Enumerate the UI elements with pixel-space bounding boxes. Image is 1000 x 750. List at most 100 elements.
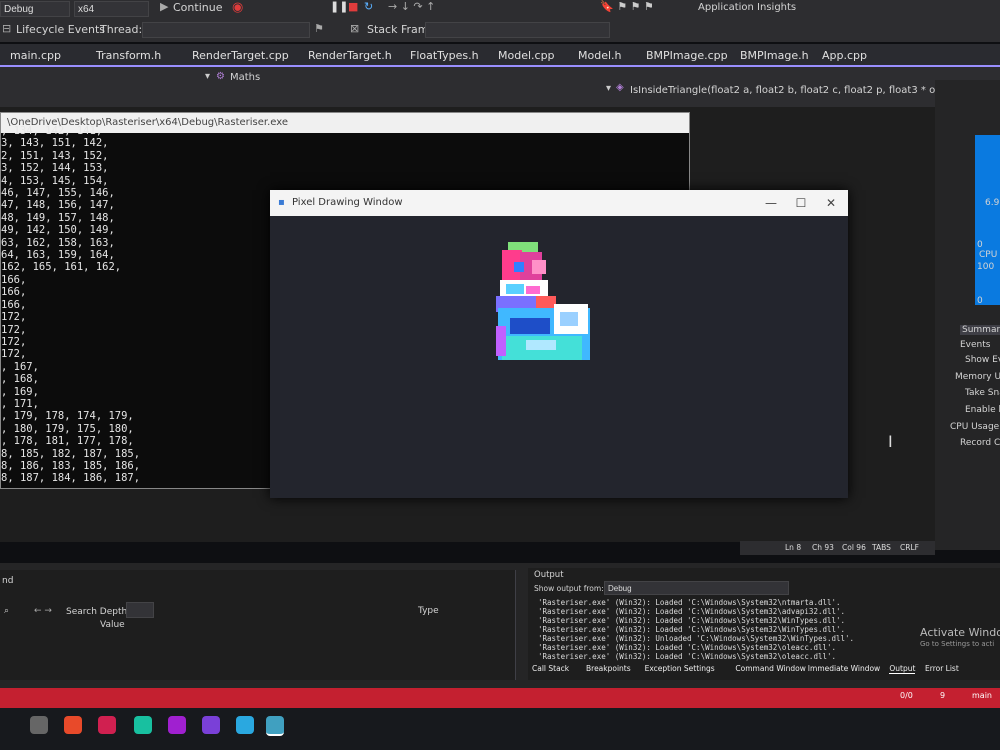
autos-window: nd ⌕ ← → Search Depth: Value Type	[0, 570, 516, 680]
back-arrow-icon[interactable]: ← →	[34, 606, 52, 616]
tab-model-cpp[interactable]: Model.cpp	[492, 47, 561, 65]
search-icon[interactable]: ⌕	[4, 606, 9, 616]
tab-transform-h[interactable]: Transform.h	[90, 47, 167, 65]
diagnostic-tools-panel: 6.9 0 CPU ( 100 0 Summary Events Show Ev…	[935, 80, 1000, 550]
play-icon[interactable]: ▶	[160, 0, 168, 13]
bottom-tab[interactable]: Command Window	[735, 664, 806, 673]
console-line: 49, 142, 150, 149,	[1, 224, 115, 237]
function-icon: ◈	[616, 82, 624, 93]
step-icons[interactable]: → ↓ ↷ ↑	[388, 0, 435, 13]
output-line: 'Rasteriser.exe' (Win32): Loaded 'C:\Win…	[538, 607, 846, 616]
mem-value-label: 6.9	[985, 198, 1000, 208]
console-line: , 178, 181, 177, 178,	[1, 435, 134, 448]
console-line: 166,	[1, 286, 27, 299]
console-line: 172,	[1, 311, 27, 324]
activate-windows-title: Activate Windo	[920, 626, 1000, 639]
visual-studio-icon[interactable]	[202, 716, 220, 734]
app-icon-2[interactable]	[98, 716, 116, 734]
pixel-drawing-window[interactable]: ▪ Pixel Drawing Window — ☐ ✕	[270, 190, 848, 498]
platform-select[interactable]	[74, 1, 149, 17]
member-dropdown-icon[interactable]: ▾	[606, 83, 611, 94]
console-line: 166,	[1, 273, 27, 286]
console-line: 8, 186, 183, 185, 186,	[1, 459, 141, 472]
record-cpu-button[interactable]: Record CPU	[960, 438, 1000, 448]
pixel-window-titlebar[interactable]: ▪ Pixel Drawing Window — ☐ ✕	[270, 190, 848, 216]
output-line: 'Rasteriser.exe' (Win32): Unloaded 'C:\W…	[538, 634, 855, 643]
hot-reload-icon[interactable]: ◉	[232, 0, 243, 15]
search-depth-select[interactable]	[126, 602, 154, 618]
autos-title: nd	[2, 576, 14, 586]
show-output-label: Show output from:	[534, 584, 604, 593]
indent-mode[interactable]: TABS	[872, 543, 891, 552]
type-column-header: Type	[418, 606, 439, 616]
app-icon-4[interactable]	[168, 716, 186, 734]
app-insights-button[interactable]: Application Insights	[698, 2, 796, 13]
value-column-header: Value	[100, 620, 125, 630]
config-select[interactable]	[0, 1, 70, 17]
line-endings[interactable]: CRLF	[900, 543, 919, 552]
scope-dropdown-icon[interactable]: ▾	[205, 71, 210, 82]
tab-rendertarget-cpp[interactable]: RenderTarget.cpp	[186, 47, 295, 65]
console-line: 63, 162, 158, 163,	[1, 236, 115, 249]
continue-button[interactable]: Continue	[173, 1, 222, 14]
console-line: 3, 143, 151, 142,	[1, 137, 109, 150]
output-line: 'Rasteriser.exe' (Win32): Loaded 'C:\Win…	[538, 652, 837, 661]
enable-heap-button[interactable]: Enable hea	[965, 405, 1000, 415]
console-line: 172,	[1, 323, 27, 336]
console-line: 172,	[1, 335, 27, 348]
console-output: , 134, 142, 141, 3, 143, 151, 142, 2, 151,…	[1, 125, 140, 485]
stack-frame-select[interactable]	[425, 22, 610, 38]
restart-icon[interactable]: ↻	[364, 0, 373, 13]
app-icon-6[interactable]	[236, 716, 254, 734]
file-explorer-icon[interactable]	[30, 716, 48, 734]
app-icon-3[interactable]	[134, 716, 152, 734]
pause-icon[interactable]: ❚❚	[330, 0, 348, 13]
stack-icon: ⊠	[350, 22, 360, 35]
thread-select[interactable]	[142, 22, 310, 38]
flag-icon[interactable]: ⚑	[314, 22, 324, 35]
bottom-tab[interactable]: Output	[889, 664, 916, 674]
tab-bmpimage-cpp[interactable]: BMPImage.cpp	[640, 47, 734, 65]
console-line: , 169,	[1, 385, 39, 398]
tab-model-h[interactable]: Model.h	[572, 47, 628, 65]
tab-app-cpp[interactable]: App.cpp	[816, 47, 873, 65]
output-line: 'Rasteriser.exe' (Win32): Loaded 'C:\Win…	[538, 598, 841, 607]
bottom-tab[interactable]: Exception Settings	[645, 664, 715, 673]
tab-bmpimage-h[interactable]: BMPImage.h	[734, 47, 815, 65]
line-counter[interactable]: 0/0	[900, 691, 913, 700]
git-branch[interactable]: main	[972, 691, 992, 700]
close-button[interactable]: ✕	[816, 190, 846, 216]
pixel-window-title: Pixel Drawing Window	[292, 197, 403, 208]
tab-rendertarget-h[interactable]: RenderTarget.h	[302, 47, 398, 65]
console-line: 47, 148, 156, 147,	[1, 199, 115, 212]
output-title: Output	[534, 570, 564, 580]
take-snapshot-button[interactable]: Take Snap	[965, 388, 1000, 398]
pixel-window-taskbar-icon[interactable]	[266, 716, 284, 736]
tab-main-cpp[interactable]: main.cpp	[4, 47, 67, 65]
cpu-usage-header: CPU Usage	[950, 422, 1000, 432]
minimize-button[interactable]: —	[756, 190, 786, 216]
brave-icon[interactable]	[64, 716, 82, 734]
bookmark-icons[interactable]: 🔖 ⚑ ⚑ ⚑	[600, 0, 654, 13]
show-events-button[interactable]: Show Ev	[965, 355, 1000, 365]
output-line: 'Rasteriser.exe' (Win32): Loaded 'C:\Win…	[538, 643, 837, 652]
lifecycle-events-button[interactable]: Lifecycle Events	[16, 23, 105, 36]
bottom-tab[interactable]: Call Stack	[532, 664, 569, 673]
output-source-select[interactable]	[604, 581, 789, 595]
text-cursor-icon: I	[888, 432, 893, 451]
scope-dropdown[interactable]: Maths	[230, 72, 260, 83]
output-line: 'Rasteriser.exe' (Win32): Loaded 'C:\Win…	[538, 625, 846, 634]
bottom-tab[interactable]: Breakpoints	[586, 664, 631, 673]
mem-zero-label: 0	[977, 240, 983, 250]
app-icon: ▪	[278, 197, 285, 208]
maximize-button[interactable]: ☐	[786, 190, 816, 216]
navigation-bar: ▾ ⚙ Maths ▾ ◈ IsInsideTriangle(float2 a,…	[0, 67, 1000, 107]
stop-icon[interactable]: ■	[348, 0, 358, 13]
cpu-zero-label: 0	[977, 296, 983, 306]
tab-floattypes-h[interactable]: FloatTypes.h	[404, 47, 485, 65]
cpu-graph-label: CPU (	[979, 250, 1000, 260]
bottom-tab[interactable]: Error List	[925, 664, 959, 673]
error-count[interactable]: 9	[940, 691, 945, 700]
bottom-tab[interactable]: Immediate Window	[808, 664, 880, 673]
summary-tab[interactable]: Summary	[960, 325, 1000, 335]
